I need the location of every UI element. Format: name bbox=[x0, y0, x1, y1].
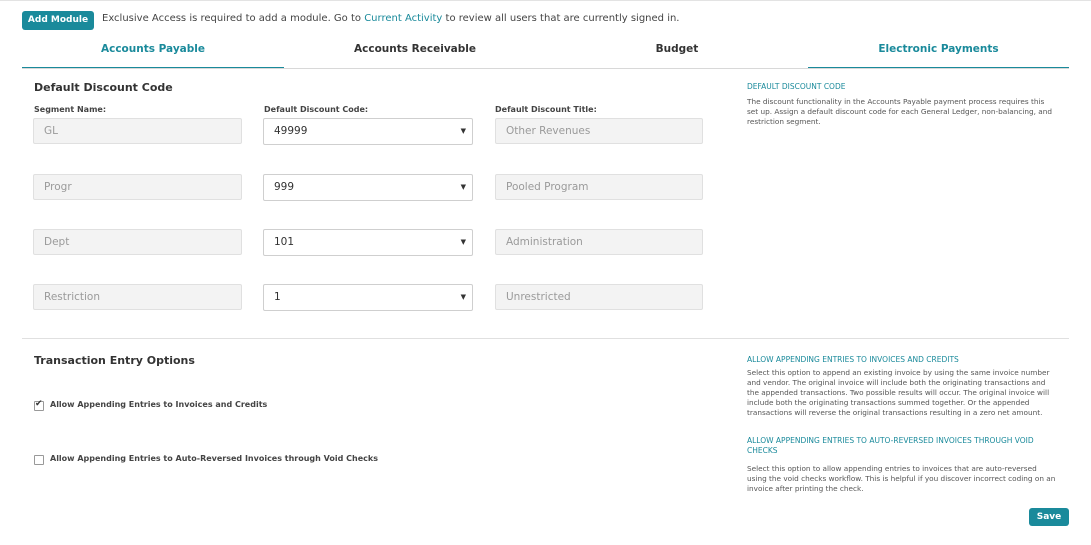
help-line: restriction segment. bbox=[747, 117, 821, 126]
discount-code-value: 1 bbox=[274, 291, 281, 303]
help-line: Select this option to append an existing… bbox=[747, 368, 1050, 377]
add-module-button[interactable]: Add Module bbox=[22, 11, 94, 30]
append-invoices-label: Allow Appending Entries to Invoices and … bbox=[50, 400, 268, 409]
tab-underline bbox=[22, 68, 1069, 69]
segment-field-gl: GL bbox=[33, 118, 242, 144]
append-void-checks-help-title: ALLOW APPENDING ENTRIES TO AUTO-REVERSED… bbox=[747, 436, 1034, 456]
discount-title-field-restriction: Unrestricted bbox=[495, 284, 703, 310]
notice-suffix: to review all users that are currently s… bbox=[442, 13, 680, 24]
tab-accounts-receivable[interactable]: Accounts Receivable bbox=[284, 36, 546, 67]
segment-field-restriction: Restriction bbox=[33, 284, 242, 310]
chevron-down-icon: ▼ bbox=[460, 183, 466, 191]
help-line: and vendor. The original invoice will in… bbox=[747, 378, 1046, 387]
help-line: invoice after printing the check. bbox=[747, 484, 864, 493]
append-invoices-checkbox[interactable]: ✔ bbox=[34, 399, 44, 411]
checkmark-icon: ✔ bbox=[35, 399, 43, 409]
tab-electronic-payments[interactable]: Electronic Payments bbox=[808, 36, 1069, 69]
segment-field-progr: Progr bbox=[33, 174, 242, 200]
help-line: Select this option to allow appending en… bbox=[747, 464, 1037, 473]
chevron-down-icon: ▼ bbox=[460, 293, 466, 301]
help-title-line: ALLOW APPENDING ENTRIES TO AUTO-REVERSED… bbox=[747, 436, 1034, 445]
transaction-section-title: Transaction Entry Options bbox=[34, 354, 195, 367]
discount-code-header: Default Discount Code: bbox=[264, 105, 369, 114]
help-line: transactions will reverse the original t… bbox=[747, 408, 1043, 417]
discount-help-title: DEFAULT DISCOUNT CODE bbox=[747, 82, 846, 91]
discount-code-select-progr[interactable]: 999 ▼ bbox=[263, 174, 473, 201]
append-invoices-help-title: ALLOW APPENDING ENTRIES TO INVOICES AND … bbox=[747, 355, 959, 364]
discount-title-field-progr: Pooled Program bbox=[495, 174, 703, 200]
append-void-checks-help-text: Select this option to allow appending en… bbox=[747, 464, 1055, 494]
exclusive-access-notice: Exclusive Access is required to add a mo… bbox=[102, 13, 680, 24]
discount-title-field-gl: Other Revenues bbox=[495, 118, 703, 144]
module-tabs: Accounts Payable Accounts Receivable Bud… bbox=[22, 36, 1069, 69]
discount-code-value: 49999 bbox=[274, 125, 308, 137]
append-void-checks-checkbox[interactable] bbox=[34, 455, 44, 465]
save-button[interactable]: Save bbox=[1029, 508, 1069, 526]
segment-name-header: Segment Name: bbox=[34, 105, 107, 114]
discount-code-select-gl[interactable]: 49999 ▼ bbox=[263, 118, 473, 145]
discount-code-select-dept[interactable]: 101 ▼ bbox=[263, 229, 473, 256]
help-line: the appended transactions. Two possible … bbox=[747, 388, 1050, 397]
help-line: include both the originating transaction… bbox=[747, 398, 1030, 407]
notice-prefix: Exclusive Access is required to add a mo… bbox=[102, 13, 365, 24]
help-line: The discount functionality in the Accoun… bbox=[747, 97, 1045, 106]
help-title-line: CHECKS bbox=[747, 446, 778, 455]
top-border bbox=[0, 0, 1091, 1]
chevron-down-icon: ▼ bbox=[460, 238, 466, 246]
append-void-checks-label: Allow Appending Entries to Auto-Reversed… bbox=[50, 454, 378, 463]
discount-title-header: Default Discount Title: bbox=[495, 105, 597, 114]
discount-code-value: 101 bbox=[274, 236, 295, 248]
current-activity-link[interactable]: Current Activity bbox=[364, 13, 442, 24]
segment-field-dept: Dept bbox=[33, 229, 242, 255]
discount-section-title: Default Discount Code bbox=[34, 81, 173, 94]
discount-code-value: 999 bbox=[274, 181, 295, 193]
section-divider bbox=[22, 338, 1069, 339]
help-line: using the void checks workflow. This is … bbox=[747, 474, 1056, 483]
append-invoices-help-text: Select this option to append an existing… bbox=[747, 368, 1050, 418]
tab-budget[interactable]: Budget bbox=[546, 36, 808, 67]
tab-accounts-payable[interactable]: Accounts Payable bbox=[22, 36, 284, 69]
discount-code-select-restriction[interactable]: 1 ▼ bbox=[263, 284, 473, 311]
chevron-down-icon: ▼ bbox=[460, 127, 466, 135]
help-line: set up. Assign a default discount code f… bbox=[747, 107, 1053, 116]
discount-help-text: The discount functionality in the Accoun… bbox=[747, 97, 1052, 127]
discount-title-field-dept: Administration bbox=[495, 229, 703, 255]
